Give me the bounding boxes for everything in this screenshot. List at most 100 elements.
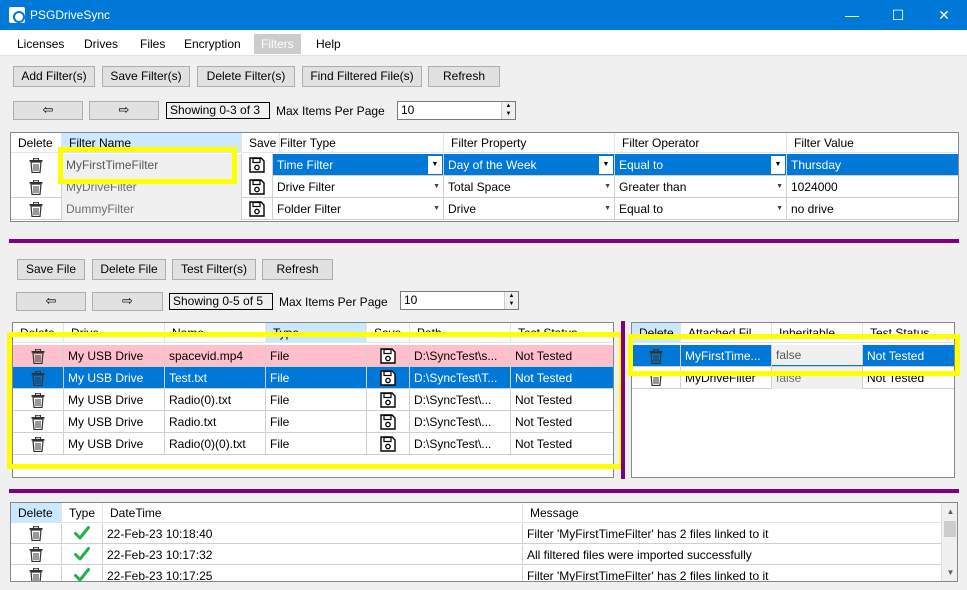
col-header-filter-name[interactable]: Filter Name [62,133,242,153]
menu-drives[interactable]: Drives [77,34,125,54]
test-status-cell[interactable]: Not Tested [511,411,613,433]
filter-value-cell[interactable]: Thursday [787,154,958,176]
filter-row[interactable]: MyFirstTimeFilter Time Filter Day of the… [11,154,958,176]
type-cell[interactable]: File [266,345,367,367]
col-header-datetime[interactable]: DateTime [103,503,523,523]
filter-property-dropdown[interactable]: Total Space [444,176,615,198]
col-header-save[interactable]: Save [367,323,410,343]
files-max-items-spinner[interactable]: ▲ ▼ [504,292,518,309]
test-status-cell[interactable]: Not Tested [511,389,613,411]
type-cell[interactable]: File [266,411,367,433]
file-row[interactable]: My USB Drive spacevid.mp4 File D:\SyncTe… [13,345,613,367]
trash-icon[interactable] [29,568,43,582]
col-header-type[interactable]: Type [62,503,103,523]
attached-filter-row[interactable]: MyDriveFilter false Not Tested [632,367,954,389]
trash-icon[interactable] [31,437,45,452]
test-filters-button[interactable]: Test Filter(s) [172,259,256,280]
filter-type-dropdown[interactable]: Drive Filter [273,176,444,198]
save-cell[interactable] [367,433,410,455]
filter-type-dropdown[interactable]: Time Filter [273,154,444,176]
save-cell[interactable] [367,411,410,433]
files-max-items-input[interactable]: 10 ▲ ▼ [400,291,519,310]
attached-filter-cell[interactable]: MyFirstTime... [681,345,772,367]
attached-filter-row[interactable]: MyFirstTime... false Not Tested [632,345,954,367]
log-scrollbar[interactable]: ▲ ▼ [941,503,957,581]
delete-cell[interactable] [632,367,681,389]
col-header-path[interactable]: Path [410,323,511,343]
path-cell[interactable]: D:\SyncTest\... [410,433,511,455]
delete-file-button[interactable]: Delete File [92,259,166,280]
delete-filters-button[interactable]: Delete Filter(s) [197,66,295,87]
col-header-delete[interactable]: Delete [632,323,681,343]
trash-icon[interactable] [31,393,45,408]
col-header-delete[interactable]: Delete [11,503,62,523]
log-row[interactable]: 22-Feb-23 10:18:40 Filter 'MyFirstTimeFi… [11,524,941,544]
save-cell[interactable] [242,198,273,220]
trash-icon[interactable] [29,202,43,217]
inheritable-cell[interactable]: false [772,367,863,389]
maximize-button[interactable]: ☐ [875,0,921,30]
trash-icon[interactable] [31,349,45,364]
type-cell[interactable]: File [266,367,367,389]
menu-licenses[interactable]: Licenses [10,34,71,54]
file-row[interactable]: My USB Drive Radio(0)(0).txt File D:\Syn… [13,433,613,455]
col-header-filter-value[interactable]: Filter Value [787,133,958,153]
datetime-cell[interactable]: 22-Feb-23 10:18:40 [103,524,523,544]
filter-property-dropdown[interactable]: Day of the Week [444,154,615,176]
save-filters-button[interactable]: Save Filter(s) [102,66,190,87]
scroll-up-arrow-icon[interactable]: ▲ [942,503,957,520]
filter-row[interactable]: DummyFilter Folder Filter Drive Equal to… [11,198,958,220]
col-header-filter-type[interactable]: Filter Type [273,133,444,153]
floppy-disk-icon[interactable] [380,370,396,386]
floppy-disk-icon[interactable] [249,201,265,217]
col-header-drive[interactable]: Drive [64,323,165,343]
drive-cell[interactable]: My USB Drive [64,345,165,367]
delete-cell[interactable] [632,345,681,367]
path-cell[interactable]: D:\SyncTest\... [410,411,511,433]
files-next-page-button[interactable]: ⇨ [92,292,163,311]
delete-cell[interactable] [13,433,64,455]
delete-cell[interactable] [11,566,62,582]
datetime-cell[interactable]: 22-Feb-23 10:17:32 [103,545,523,565]
scroll-down-arrow-icon[interactable]: ▼ [942,564,957,581]
save-cell[interactable] [367,367,410,389]
menu-encryption[interactable]: Encryption [177,34,248,54]
filter-value-cell[interactable]: no drive [787,198,958,220]
col-header-type[interactable]: Type [266,323,367,343]
menu-help[interactable]: Help [309,34,348,54]
delete-cell[interactable] [13,389,64,411]
delete-cell[interactable] [11,176,62,198]
test-status-cell[interactable]: Not Tested [863,345,954,367]
delete-cell[interactable] [11,154,62,176]
add-filters-button[interactable]: Add Filter(s) [13,66,95,87]
filter-row[interactable]: MyDriveFilter Drive Filter Total Space G… [11,176,958,198]
floppy-disk-icon[interactable] [249,179,265,195]
file-row[interactable]: My USB Drive Test.txt File D:\SyncTest\T… [13,367,613,389]
filter-value-cell[interactable]: 1024000 [787,176,958,198]
filter-operator-dropdown[interactable]: Equal to [615,198,787,220]
test-status-cell[interactable]: Not Tested [511,367,613,389]
filters-max-items-input[interactable]: 10 ▲ ▼ [397,101,516,120]
filters-max-items-spinner[interactable]: ▲ ▼ [501,102,515,119]
find-filtered-files-button[interactable]: Find Filtered File(s) [302,66,422,87]
delete-cell[interactable] [13,411,64,433]
path-cell[interactable]: D:\SyncTest\... [410,389,511,411]
delete-cell[interactable] [13,345,64,367]
files-prev-page-button[interactable]: ⇦ [16,292,86,311]
message-cell[interactable]: All filtered files were imported success… [523,545,941,565]
test-status-cell[interactable]: Not Tested [511,345,613,367]
trash-icon[interactable] [649,349,663,364]
refresh-filters-button[interactable]: Refresh [428,66,500,87]
delete-cell[interactable] [11,545,62,565]
file-row[interactable]: My USB Drive Radio.txt File D:\SyncTest\… [13,411,613,433]
path-cell[interactable]: D:\SyncTest\T... [410,367,511,389]
drive-cell[interactable]: My USB Drive [64,389,165,411]
filter-name-cell[interactable]: MyFirstTimeFilter [62,154,242,176]
floppy-disk-icon[interactable] [380,436,396,452]
delete-cell[interactable] [11,524,62,544]
filter-operator-dropdown[interactable]: Greater than [615,176,787,198]
trash-icon[interactable] [31,415,45,430]
filter-operator-dropdown[interactable]: Equal to [615,154,787,176]
col-header-inheritable[interactable]: Inheritable [772,323,863,343]
delete-cell[interactable] [13,367,64,389]
